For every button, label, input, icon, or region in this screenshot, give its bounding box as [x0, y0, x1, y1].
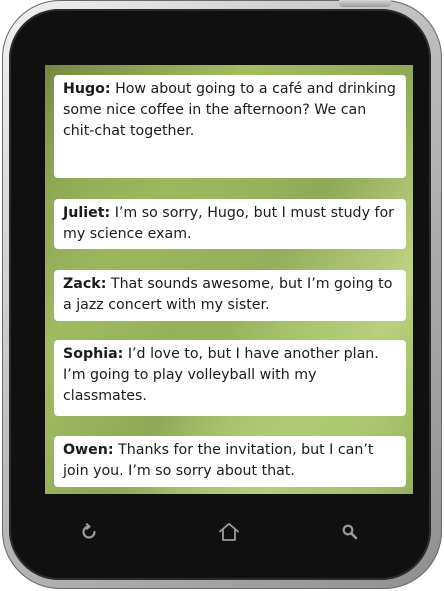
chat-message: Hugo: How about going to a café and drin…: [54, 75, 406, 178]
sender-name: Juliet:: [63, 205, 111, 221]
chat-message: Owen: Thanks for the invitation, but I c…: [54, 436, 406, 487]
sender-name: Owen:: [63, 442, 114, 458]
message-text: That sounds awesome, but I’m going to a …: [63, 276, 393, 313]
home-button[interactable]: [209, 512, 249, 552]
chat-message: Sophia: I’d love to, but I have another …: [54, 340, 406, 416]
sender-name: Hugo:: [63, 81, 111, 97]
chat-message: Zack: That sounds awesome, but I’m going…: [54, 270, 406, 321]
refresh-button[interactable]: [69, 512, 109, 552]
refresh-icon: [82, 523, 96, 539]
message-text: How about going to a café and drinking s…: [63, 81, 396, 139]
sender-name: Zack:: [63, 276, 107, 292]
chat-screen: Hugo: How about going to a café and drin…: [45, 65, 413, 494]
power-button[interactable]: [339, 0, 391, 7]
search-icon: [342, 524, 358, 540]
nav-bar: [45, 512, 413, 552]
sender-name: Sophia:: [63, 346, 124, 362]
chat-message: Juliet: I’m so sorry, Hugo, but I must s…: [54, 199, 406, 249]
search-button[interactable]: [330, 512, 370, 552]
message-text: I’m so sorry, Hugo, but I must study for…: [63, 205, 394, 242]
home-icon: [219, 522, 239, 541]
